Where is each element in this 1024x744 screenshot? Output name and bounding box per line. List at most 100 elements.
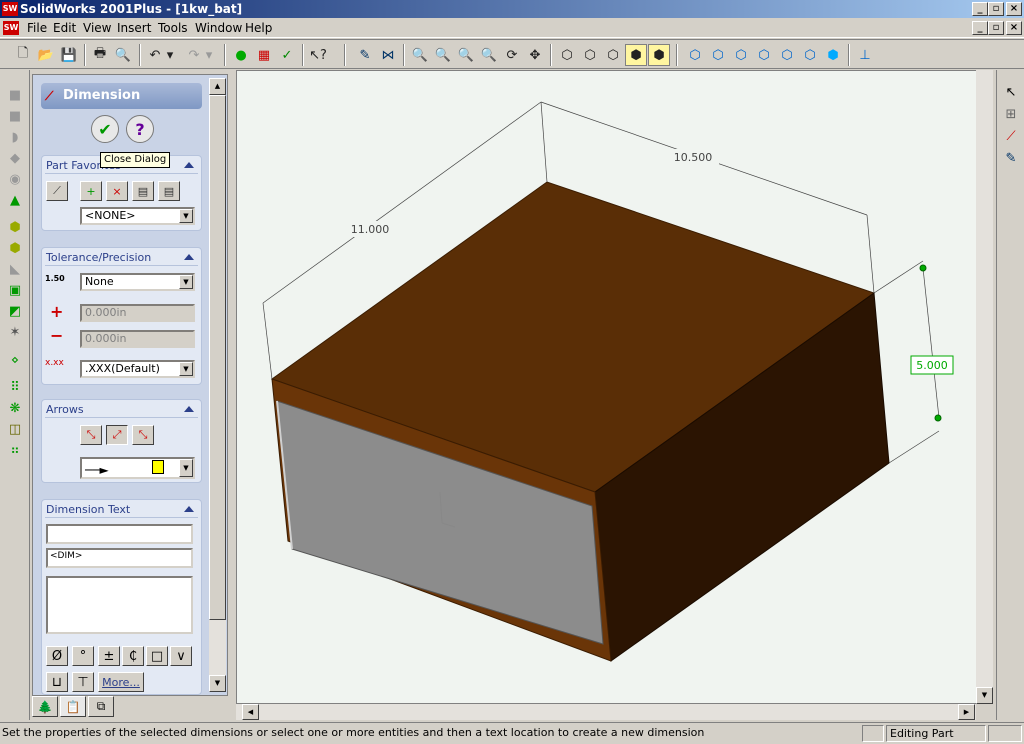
smart-dimension-icon[interactable]: ⟋ bbox=[1001, 126, 1021, 146]
sketch-icon[interactable]: ✎ bbox=[354, 44, 376, 66]
text-below-field[interactable] bbox=[46, 576, 193, 634]
hidden-lines-grey-icon[interactable]: ⬡ bbox=[579, 44, 601, 66]
scroll-down-icon[interactable]: ▼ bbox=[976, 687, 993, 704]
load-favorite-icon[interactable]: ▤ bbox=[158, 181, 180, 201]
save-icon[interactable]: 💾 bbox=[58, 44, 80, 66]
panel-scrollbar[interactable]: ▲ ▼ bbox=[209, 78, 226, 692]
zoom-to-fit-icon[interactable]: 🔍 bbox=[409, 44, 431, 66]
shaded-icon[interactable]: ⬢ bbox=[625, 44, 647, 66]
shell-icon[interactable]: ⬢ bbox=[5, 239, 25, 257]
zoom-to-selection-icon[interactable]: 🔍 bbox=[478, 44, 500, 66]
degree-symbol-button[interactable]: ° bbox=[72, 646, 94, 666]
select-icon[interactable]: ↖ bbox=[1001, 82, 1021, 102]
left-view-icon[interactable]: ⬡ bbox=[730, 44, 752, 66]
circular-pattern-icon[interactable]: ❋ bbox=[5, 399, 25, 417]
shadow-icon[interactable]: ⬢ bbox=[648, 44, 670, 66]
extruded-boss-icon[interactable]: ■ bbox=[5, 86, 25, 104]
collapse-icon[interactable] bbox=[184, 506, 194, 512]
document-icon[interactable]: SW bbox=[3, 21, 19, 35]
dimension-handle[interactable] bbox=[919, 264, 927, 272]
dimension-11-000[interactable]: 11.000 bbox=[351, 223, 390, 236]
whats-this-icon[interactable]: ↖? bbox=[307, 44, 329, 66]
wireframe-icon[interactable]: ⬡ bbox=[556, 44, 578, 66]
collapse-icon[interactable] bbox=[184, 254, 194, 260]
more-button[interactable]: More... bbox=[98, 672, 144, 692]
chamfer-icon[interactable]: ⬢ bbox=[5, 218, 25, 236]
undo-dropdown-icon[interactable]: ▾ bbox=[164, 44, 176, 66]
mirror-feature-icon[interactable]: ◫ bbox=[5, 420, 25, 438]
undo-icon[interactable]: ↶ bbox=[144, 44, 166, 66]
scroll-right-icon[interactable]: ▶ bbox=[958, 704, 975, 720]
favorites-combo[interactable]: <NONE> ▼ bbox=[80, 207, 195, 225]
doc-minimize-button[interactable]: _ bbox=[972, 21, 988, 35]
swept-boss-icon[interactable]: ◗ bbox=[5, 128, 25, 146]
diameter-symbol-button[interactable]: Ø bbox=[46, 646, 68, 666]
menu-help[interactable]: Help bbox=[245, 20, 272, 36]
curve-pattern-icon[interactable]: ⠶ bbox=[5, 441, 25, 459]
print-preview-icon[interactable]: 🔍 bbox=[112, 44, 134, 66]
depth-symbol-button[interactable]: ⊤ bbox=[72, 672, 94, 692]
arrows-smart-icon[interactable]: ⤡ bbox=[132, 425, 154, 445]
scroll-thumb[interactable] bbox=[209, 95, 226, 620]
color-palette-icon[interactable]: ▦ bbox=[253, 44, 275, 66]
wizard-icon[interactable]: ✶ bbox=[5, 323, 25, 341]
smart-dimension-icon[interactable]: ⋈ bbox=[377, 44, 399, 66]
help-button[interactable]: ? bbox=[126, 115, 154, 143]
chevron-down-icon[interactable]: ▼ bbox=[179, 275, 193, 289]
menu-view[interactable]: View bbox=[83, 20, 111, 36]
menu-insert[interactable]: Insert bbox=[117, 20, 151, 36]
restore-button[interactable]: ▫ bbox=[988, 2, 1004, 16]
plus-minus-symbol-button[interactable]: ± bbox=[98, 646, 120, 666]
isometric-view-icon[interactable]: ⬢ bbox=[822, 44, 844, 66]
grid-icon[interactable]: ⊞ bbox=[1001, 104, 1021, 124]
rotate-view-icon[interactable]: ⟳ bbox=[501, 44, 523, 66]
menu-window[interactable]: Window bbox=[195, 20, 242, 36]
collapse-icon[interactable] bbox=[184, 162, 194, 168]
hole-icon[interactable]: ▣ bbox=[5, 281, 25, 299]
graphics-area[interactable]: 10.500 11.000 5.000 bbox=[236, 70, 992, 704]
open-icon[interactable]: 📂 bbox=[35, 44, 57, 66]
print-icon[interactable]: 🖶 bbox=[89, 44, 111, 66]
property-manager-tab[interactable]: 📋 bbox=[60, 696, 86, 717]
linear-pattern-icon[interactable]: ⠿ bbox=[5, 378, 25, 396]
minus-tolerance-field[interactable]: 0.000in bbox=[80, 330, 195, 348]
top-view-icon[interactable]: ⬡ bbox=[776, 44, 798, 66]
scroll-up-icon[interactable]: ▲ bbox=[209, 78, 226, 95]
arrows-outside-icon[interactable]: ⤡ bbox=[80, 425, 102, 445]
new-icon[interactable]: 🗋 bbox=[12, 44, 34, 66]
collapse-icon[interactable] bbox=[184, 406, 194, 412]
view-horizontal-scrollbar[interactable]: ◀ ▶ bbox=[236, 704, 976, 720]
counterbore-symbol-button[interactable]: ⊔ bbox=[46, 672, 68, 692]
ok-button[interactable]: ✔ bbox=[91, 115, 119, 143]
bottom-view-icon[interactable]: ⬡ bbox=[799, 44, 821, 66]
countersink-symbol-button[interactable]: ∨ bbox=[170, 646, 192, 666]
dimension-handle[interactable] bbox=[934, 414, 942, 422]
zoom-in-out-icon[interactable]: 🔍 bbox=[455, 44, 477, 66]
doc-close-button[interactable]: × bbox=[1006, 21, 1022, 35]
text-above-field[interactable] bbox=[46, 524, 193, 544]
chevron-down-icon[interactable]: ▼ bbox=[179, 362, 193, 376]
normal-to-icon[interactable]: ⊥ bbox=[854, 44, 876, 66]
draft-icon[interactable]: ◣ bbox=[5, 260, 25, 278]
zoom-to-area-icon[interactable]: 🔍 bbox=[432, 44, 454, 66]
pan-icon[interactable]: ✥ bbox=[524, 44, 546, 66]
extruded-cut-icon[interactable]: ◉ bbox=[5, 170, 25, 188]
rebuild-icon[interactable]: ● bbox=[230, 44, 252, 66]
hidden-lines-removed-icon[interactable]: ⬡ bbox=[602, 44, 624, 66]
add-favorite-icon[interactable]: + bbox=[80, 181, 102, 201]
minimize-button[interactable]: _ bbox=[972, 2, 988, 16]
arrows-inside-icon[interactable]: ⤢ bbox=[106, 425, 128, 445]
dim-text-field[interactable]: <DIM> bbox=[46, 548, 193, 568]
sketch-icon[interactable]: ✎ bbox=[1001, 148, 1021, 168]
feature-manager-tab[interactable]: 🌲 bbox=[32, 696, 58, 717]
save-favorite-icon[interactable]: ▤ bbox=[132, 181, 154, 201]
revolved-boss-icon[interactable]: ■ bbox=[5, 107, 25, 125]
doc-restore-button[interactable]: ▫ bbox=[988, 21, 1004, 35]
square-symbol-button[interactable]: □ bbox=[146, 646, 168, 666]
precision-combo[interactable]: .XXX(Default) ▼ bbox=[80, 360, 195, 378]
mirror-icon[interactable]: ⋄ bbox=[5, 351, 25, 369]
favorite-icon[interactable]: ⟋ bbox=[46, 181, 68, 201]
dimension-5-000[interactable]: 5.000 bbox=[916, 359, 948, 372]
menu-file[interactable]: File bbox=[27, 20, 47, 36]
fillet-icon[interactable]: ▲ bbox=[5, 191, 25, 209]
